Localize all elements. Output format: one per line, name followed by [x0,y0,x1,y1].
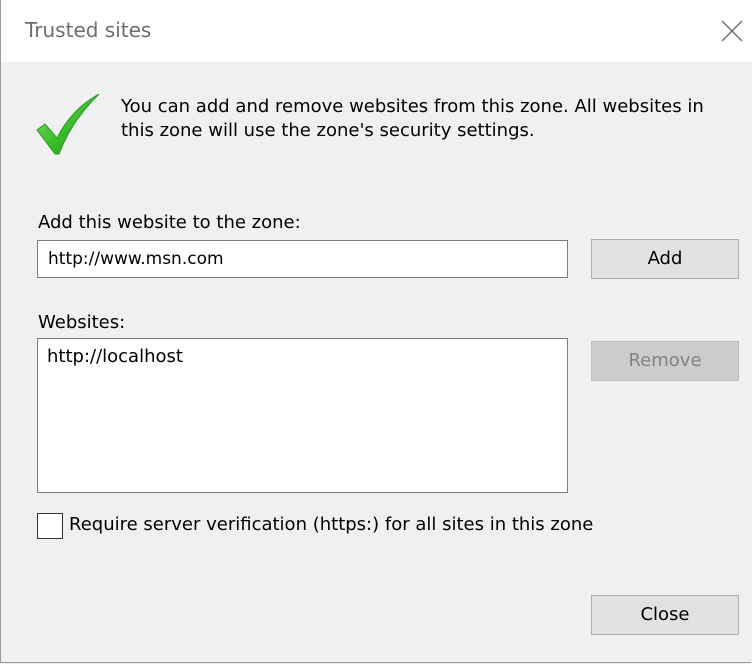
close-icon[interactable] [717,14,747,48]
close-button[interactable]: Close [591,595,739,635]
dialog-title: Trusted sites [25,18,152,42]
website-input[interactable] [37,240,568,278]
remove-button: Remove [591,341,739,381]
add-website-label: Add this website to the zone: [38,212,301,233]
info-line-1: You can add and remove websites from thi… [121,96,704,117]
add-button[interactable]: Add [591,239,739,279]
https-verification-label[interactable]: Require server verification (https:) for… [69,514,593,535]
info-line-2: this zone will use the zone's security s… [121,120,535,141]
trusted-sites-dialog: Trusted sites You can add and remove web… [0,0,752,663]
list-item[interactable]: http://localhost [47,345,558,369]
title-bar: Trusted sites [1,0,752,62]
info-text: You can add and remove websites from thi… [121,95,746,143]
checkmark-icon [35,93,101,156]
https-verification-checkbox[interactable] [37,513,63,539]
websites-label: Websites: [38,312,126,333]
websites-list[interactable]: http://localhost [37,338,568,493]
